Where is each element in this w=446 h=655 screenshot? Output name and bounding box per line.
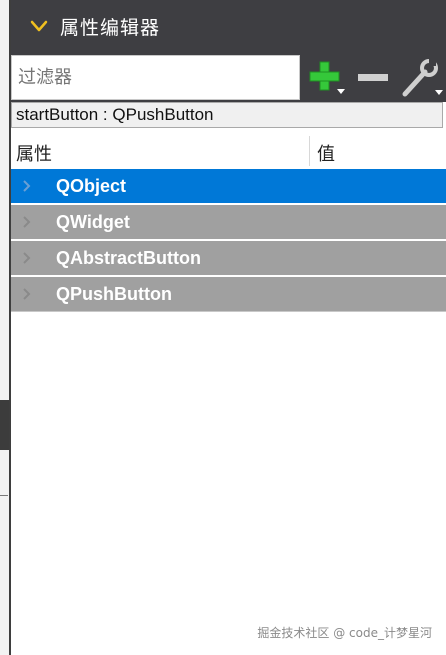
minus-icon — [358, 74, 388, 81]
tree-row-label: QAbstractButton — [56, 248, 201, 268]
dock-title-bar[interactable]: 属性编辑器 — [11, 0, 446, 52]
plus-icon — [309, 61, 345, 94]
dock-title: 属性编辑器 — [60, 16, 161, 39]
tree-row-qpushbutton[interactable]: QPushButton — [11, 277, 446, 311]
column-header: 属性 值 — [11, 136, 446, 166]
tree-row-label: QPushButton — [56, 284, 172, 304]
left-panel-divider — [0, 495, 8, 496]
tree-row-label: QObject — [56, 176, 127, 196]
settings-button[interactable] — [399, 58, 445, 98]
watermark: 掘金技术社区 @ code_计梦星河 — [257, 626, 432, 640]
tree-bottom-border — [11, 311, 446, 312]
wrench-icon — [402, 59, 443, 97]
object-name-label: startButton : QPushButton — [11, 102, 443, 128]
left-panel-strip — [0, 0, 9, 655]
chevron-right-icon[interactable] — [23, 288, 31, 300]
tree-row-qwidget[interactable]: QWidget — [11, 205, 446, 239]
filter-input[interactable] — [11, 55, 300, 100]
tree-row-label: QWidget — [56, 212, 130, 232]
chevron-right-icon[interactable] — [23, 180, 31, 192]
add-property-button[interactable] — [306, 58, 346, 98]
column-header-value[interactable]: 值 — [317, 140, 335, 166]
left-panel-block — [0, 400, 9, 450]
column-separator[interactable] — [309, 136, 310, 166]
remove-property-button[interactable] — [355, 58, 391, 98]
column-header-property[interactable]: 属性 — [16, 140, 52, 166]
chevron-down-icon[interactable] — [28, 15, 50, 37]
property-tree: QObject QWidget QAbstractButton QPushBut… — [11, 169, 446, 313]
tree-row-qabstractbutton[interactable]: QAbstractButton — [11, 241, 446, 275]
toolbar — [11, 52, 446, 102]
chevron-right-icon[interactable] — [23, 252, 31, 264]
tree-row-qobject[interactable]: QObject — [11, 169, 446, 203]
chevron-right-icon[interactable] — [23, 216, 31, 228]
